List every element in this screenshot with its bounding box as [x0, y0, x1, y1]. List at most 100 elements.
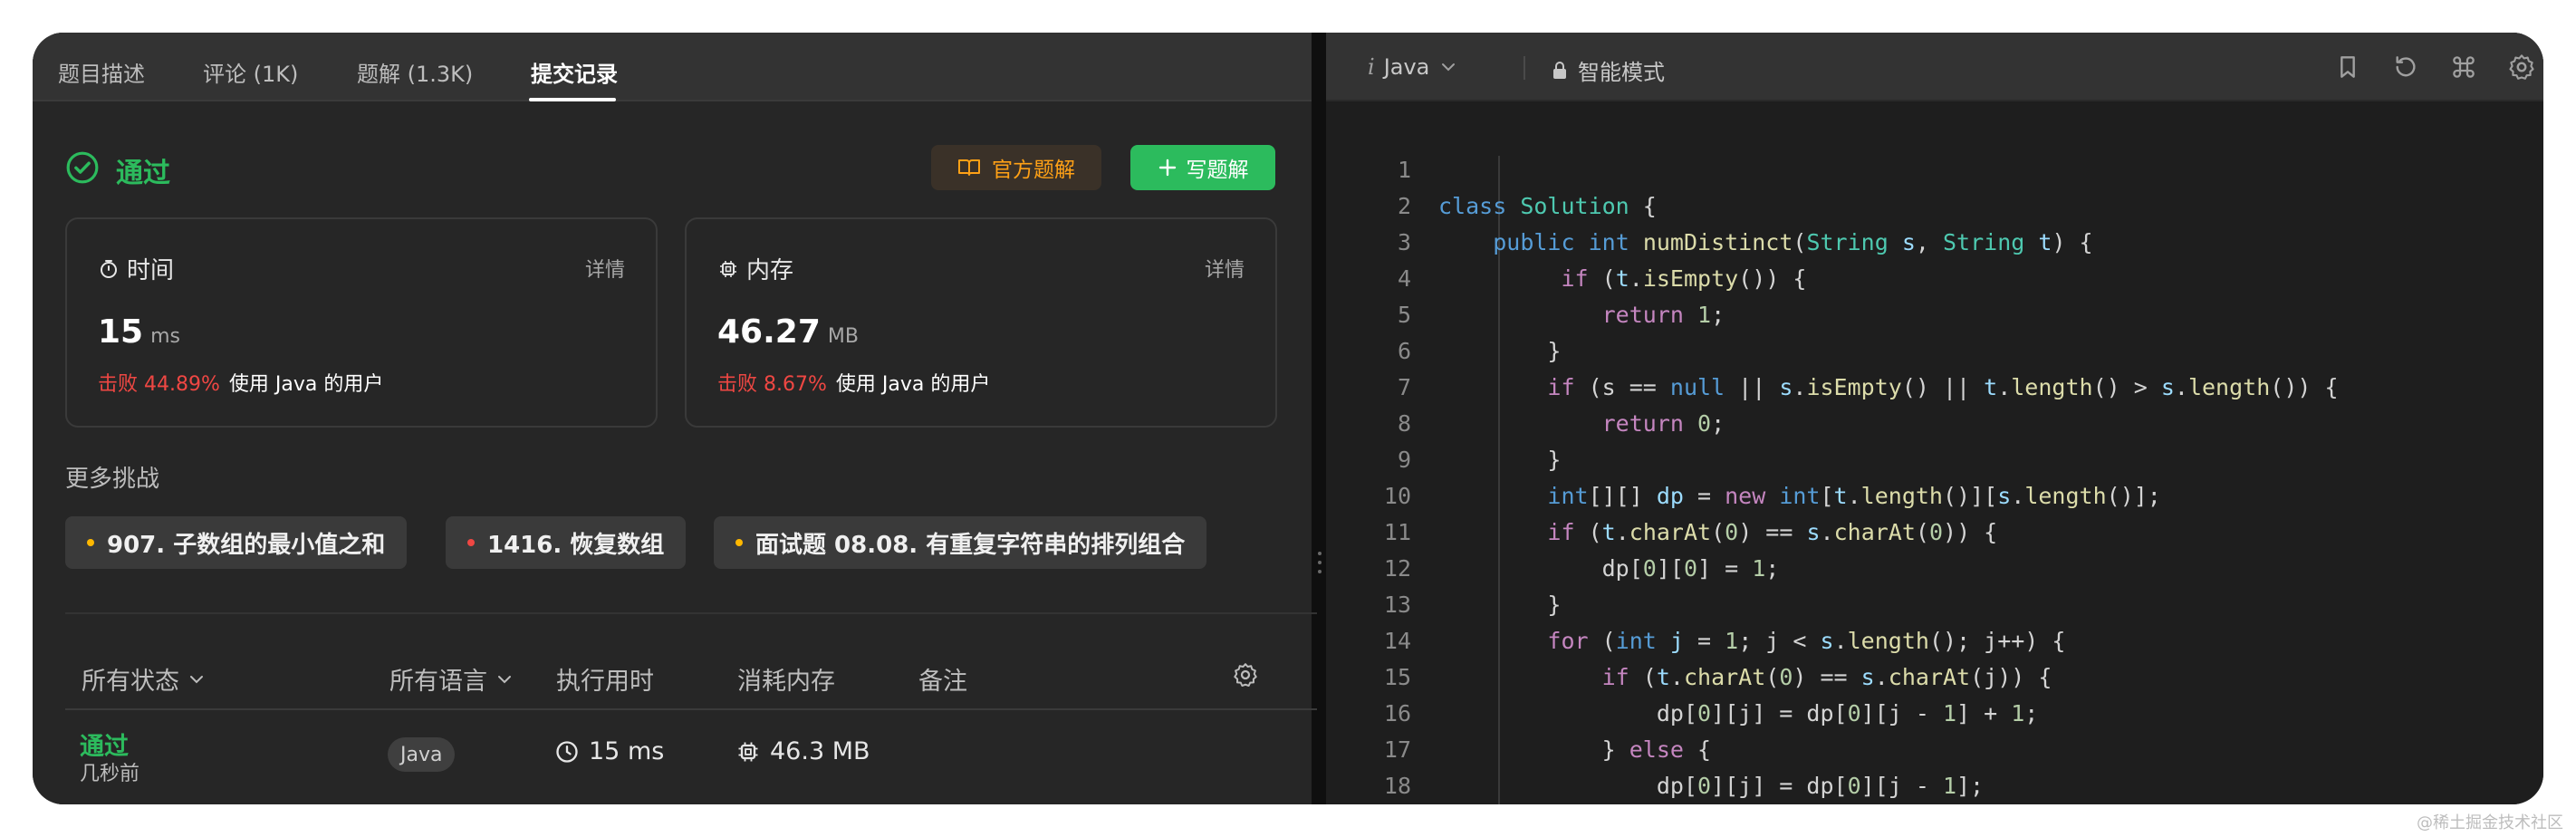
lang-info-prefix: i: [1368, 54, 1375, 80]
code-line: 17 dp[0][j] = dp[0][j - 1];: [1326, 696, 2543, 799]
panel-splitter[interactable]: [1317, 33, 1326, 804]
code-line: 1 class Solution {: [1326, 116, 2543, 219]
code-line: 3 if (t.isEmpty()) {: [1326, 188, 2543, 292]
language-select-value: Java: [1383, 54, 1430, 80]
code-line: 18 }: [1326, 732, 2543, 799]
runtime-header-label: 执行用时: [556, 668, 654, 696]
code-line: 5 }: [1326, 261, 2543, 364]
editor-toolbar: i Java 智能模式: [1326, 33, 2543, 101]
table-header-divider: [65, 708, 1319, 710]
memory-number: 46.27: [717, 313, 821, 351]
official-solution-button[interactable]: 官方题解: [931, 145, 1101, 190]
memory-title-text: 内存: [746, 257, 794, 284]
runtime-beat-suffix: 使用 Java 的用户: [228, 373, 384, 396]
code-line: 4 return 1;: [1326, 225, 2543, 328]
chevron-down-icon: [190, 675, 203, 683]
submission-panel: 题目描述 评论 (1K) 题解 (1.3K) 提交记录 通过 官方题解 写题解: [33, 33, 1319, 804]
runtime-beat-percent: 击败 44.89%: [98, 373, 220, 396]
code-editor-panel: i Java 智能模式 1 class Solution {2 public …: [1326, 33, 2543, 804]
code-line: 9 int[][] dp = new int[t.length()][s.len…: [1326, 406, 2543, 509]
code-line: 12 }: [1326, 515, 2543, 618]
status-filter[interactable]: 所有状态: [82, 661, 207, 697]
chip-icon: [720, 260, 736, 277]
challenge-chip[interactable]: 1416. 恢复数组: [446, 516, 687, 569]
code-line: 7 return 0;: [1326, 333, 2543, 437]
row-memory-text: 46.3 MB: [770, 737, 870, 765]
difficulty-dot: [735, 539, 743, 546]
settings-icon[interactable]: [2507, 53, 2536, 82]
tab-comments[interactable]: 评论 (1K): [203, 56, 298, 88]
challenge-label: 面试题 08.08. 有重复字符串的排列组合: [755, 531, 1186, 559]
code-line: 8 }: [1326, 370, 2543, 473]
tab-submissions[interactable]: 提交记录: [531, 56, 618, 88]
tab-description[interactable]: 题目描述: [58, 56, 145, 88]
row-memory: 46.3 MB: [735, 737, 870, 765]
memory-value: 46.27 MB: [717, 313, 859, 351]
code-line: 15 dp[0][j] = dp[0][j - 1] + 1;: [1326, 623, 2543, 726]
challenge-label: 1416. 恢复数组: [487, 531, 665, 559]
code-line: 6 if (s == null || s.isEmpty() || t.leng…: [1326, 297, 2543, 400]
clock-icon: [556, 740, 578, 763]
plus-icon: [1158, 159, 1176, 177]
status-filter-label: 所有状态: [82, 668, 179, 696]
challenge-label: 907. 子数组的最小值之和: [107, 531, 386, 559]
gear-icon[interactable]: [1232, 661, 1259, 688]
runtime-detail-link[interactable]: 详情: [585, 254, 625, 283]
code-line: 19 }: [1326, 768, 2543, 804]
more-challenges-title: 更多挑战: [65, 466, 160, 493]
runtime-title-text: 时间: [127, 257, 175, 284]
code-line: 13 for (int j = 1; j < s.length(); j++) …: [1326, 551, 2543, 654]
tab-bar: 题目描述 评论 (1K) 题解 (1.3K) 提交记录: [33, 33, 1312, 101]
memory-header-label: 消耗内存: [737, 668, 835, 696]
runtime-header: 执行用时: [556, 661, 654, 697]
memory-card-title: 内存: [717, 252, 793, 285]
challenge-chip[interactable]: 907. 子数组的最小值之和: [65, 516, 408, 569]
toolbar-separator: [1523, 56, 1525, 80]
memory-unit: MB: [827, 325, 859, 348]
chevron-down-icon: [498, 675, 511, 683]
code-line: 14 if (t.charAt(0) == s.charAt(j)) {: [1326, 587, 2543, 690]
notes-header: 备注: [918, 661, 967, 697]
chip-icon: [738, 742, 758, 761]
runtime-card[interactable]: 时间 详情 15 ms 击败 44.89% 使用 Java 的用户: [65, 217, 658, 428]
row-time-ago: 几秒前: [80, 763, 140, 785]
watermark: @稀土掘金技术社区: [2417, 813, 2563, 832]
runtime-value: 15 ms: [98, 313, 180, 351]
row-runtime-text: 15 ms: [589, 737, 665, 765]
lock-icon: [1553, 61, 1566, 79]
challenge-chip[interactable]: 面试题 08.08. 有重复字符串的排列组合: [714, 516, 1207, 569]
code-line: 11 dp[0][0] = 1;: [1326, 478, 2543, 582]
memory-beat: 击败 8.67% 使用 Java 的用户: [717, 368, 990, 397]
stopwatch-icon: [101, 259, 117, 278]
language-select[interactable]: i Java: [1368, 54, 1458, 80]
reset-icon[interactable]: [2391, 53, 2420, 82]
active-tab-indicator: [529, 98, 616, 101]
drag-handle-icon[interactable]: [1315, 549, 1324, 576]
runtime-number: 15: [98, 313, 144, 351]
runtime-card-title: 时间: [98, 252, 174, 285]
code-line: 10 if (t.charAt(0) == s.charAt(0)) {: [1326, 442, 2543, 545]
memory-detail-link[interactable]: 详情: [1205, 254, 1245, 283]
bookmark-icon[interactable]: [2333, 53, 2362, 82]
tab-solutions[interactable]: 题解 (1.3K): [357, 56, 473, 88]
smart-mode-toggle[interactable]: 智能模式: [1551, 54, 1665, 86]
book-icon: [958, 159, 980, 176]
language-filter-label: 所有语言: [389, 668, 487, 696]
difficulty-dot: [467, 539, 475, 546]
runtime-unit: ms: [150, 325, 181, 348]
command-icon[interactable]: [2449, 53, 2478, 82]
row-runtime: 15 ms: [554, 737, 664, 765]
language-filter[interactable]: 所有语言: [389, 661, 514, 697]
memory-beat-percent: 击败 8.67%: [717, 373, 827, 396]
memory-header: 消耗内存: [737, 661, 835, 697]
app-window: 题目描述 评论 (1K) 题解 (1.3K) 提交记录 通过 官方题解 写题解: [33, 33, 2543, 804]
check-circle-icon: [66, 151, 99, 184]
write-solution-label: 写题解: [1186, 159, 1249, 182]
notes-header-label: 备注: [918, 668, 967, 696]
memory-card[interactable]: 内存 详情 46.27 MB 击败 8.67% 使用 Java 的用户: [685, 217, 1277, 428]
difficulty-dot: [87, 539, 94, 546]
write-solution-button[interactable]: 写题解: [1130, 145, 1275, 190]
smart-mode-label: 智能模式: [1578, 60, 1665, 85]
runtime-beat: 击败 44.89% 使用 Java 的用户: [98, 368, 383, 397]
row-language-badge: Java: [388, 737, 456, 772]
